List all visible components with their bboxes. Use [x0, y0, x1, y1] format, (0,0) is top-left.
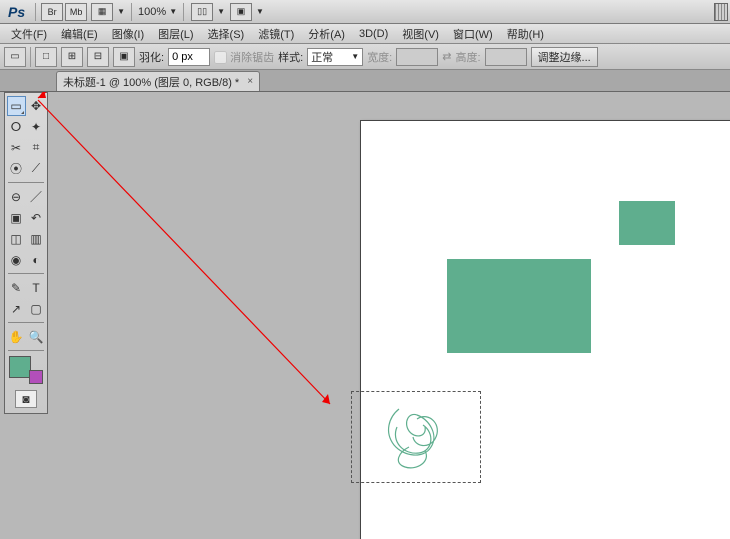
menu-image[interactable]: 图像(I) — [105, 24, 151, 44]
shape-rect-small — [619, 201, 675, 245]
canvas-viewport[interactable] — [60, 92, 730, 539]
chevron-down-icon: ▼ — [217, 7, 225, 16]
tool-heal[interactable]: ⊖ — [7, 187, 26, 207]
menu-view[interactable]: 视图(V) — [395, 24, 446, 44]
tool-brush[interactable]: ／ — [27, 187, 46, 207]
antialias-group: 消除锯齿 — [214, 49, 274, 65]
selection-intersect-icon[interactable]: ▣ — [113, 47, 135, 67]
tool-blur[interactable]: ◉ — [7, 250, 26, 270]
swap-icon: ⇄ — [442, 50, 451, 63]
chevron-down-icon: ▼ — [169, 7, 177, 16]
tool-pen[interactable]: ✎ — [7, 278, 26, 298]
quickmask-icon: ◙ — [15, 390, 37, 408]
tool-dodge[interactable]: ◐ — [27, 250, 46, 270]
tool-wand[interactable]: ✦ — [27, 117, 46, 137]
height-label: 高度: — [455, 49, 480, 65]
tool-crop[interactable]: ✂ — [7, 138, 26, 158]
document-canvas[interactable] — [360, 120, 730, 539]
height-input — [485, 48, 527, 66]
panel-grip[interactable] — [714, 3, 728, 21]
tool-eraser[interactable]: ◫ — [7, 229, 26, 249]
tool-lasso[interactable]: ⵔ — [7, 117, 26, 137]
zoom-dropdown[interactable]: 100%▼ — [136, 6, 179, 18]
menu-file[interactable]: 文件(F) — [4, 24, 54, 44]
tool-zoom[interactable]: 🔍 — [27, 327, 46, 347]
menu-3d[interactable]: 3D(D) — [352, 26, 395, 42]
screenmode-dropdown[interactable]: ▣▼ — [227, 3, 266, 21]
tool-hand[interactable]: ✋ — [7, 327, 26, 347]
tool-eyedropper[interactable]: ⦿ — [7, 159, 26, 179]
tool-ruler[interactable]: ⟋ — [27, 159, 46, 179]
style-value: 正常 — [311, 49, 333, 65]
width-label: 宽度: — [367, 49, 392, 65]
application-toolbar: Ps Br Mb ▦▼ 100%▼ ▯▯▼ ▣▼ — [0, 0, 730, 24]
tool-shape[interactable]: ▢ — [27, 299, 46, 319]
menu-edit[interactable]: 编辑(E) — [54, 24, 105, 44]
chevron-down-icon: ▼ — [351, 52, 359, 61]
tool-type[interactable]: T — [27, 278, 46, 298]
foreground-swatch[interactable] — [9, 356, 31, 378]
bridge-button[interactable]: Br — [41, 3, 63, 21]
menu-filter[interactable]: 滤镜(T) — [251, 24, 301, 44]
app-logo: Ps — [2, 4, 31, 20]
menu-layer[interactable]: 图层(L) — [151, 24, 200, 44]
selection-subtract-icon[interactable]: ⊟ — [87, 47, 109, 67]
tool-marquee[interactable]: ▭ — [7, 96, 26, 116]
tools-panel: ▭ ✥ ⵔ ✦ ✂ ⌗ ⦿ ⟋ ⊖ ／ ▣ ↶ ◫ ▥ ◉ ◐ — [4, 92, 48, 414]
tool-history-brush[interactable]: ↶ — [27, 208, 46, 228]
style-label: 样式: — [278, 49, 303, 65]
antialias-label: 消除锯齿 — [230, 52, 274, 64]
tool-path-select[interactable]: ↗ — [7, 299, 26, 319]
background-swatch[interactable] — [29, 370, 43, 384]
menu-analyze[interactable]: 分析(A) — [301, 24, 352, 44]
tool-gradient[interactable]: ▥ — [27, 229, 46, 249]
document-tab[interactable]: 未标题-1 @ 100% (图层 0, RGB/8) * × — [56, 71, 260, 91]
document-tabstrip: 未标题-1 @ 100% (图层 0, RGB/8) * × — [0, 70, 730, 92]
document-tab-title: 未标题-1 @ 100% (图层 0, RGB/8) * — [63, 74, 239, 90]
tool-slice[interactable]: ⌗ — [27, 138, 46, 158]
chevron-down-icon: ▼ — [256, 7, 264, 16]
zoom-value: 100% — [138, 6, 166, 18]
width-input — [396, 48, 438, 66]
refine-edge-button[interactable]: 调整边缘... — [531, 47, 598, 67]
tool-options-bar: ▭ □ ⊞ ⊟ ▣ 羽化: 消除锯齿 样式: 正常 ▼ 宽度: ⇄ 高度: 调整… — [0, 44, 730, 70]
selection-add-icon[interactable]: ⊞ — [61, 47, 83, 67]
menu-bar: 文件(F) 编辑(E) 图像(I) 图层(L) 选择(S) 滤镜(T) 分析(A… — [0, 24, 730, 44]
feather-input[interactable] — [168, 48, 210, 66]
current-tool-icon[interactable]: ▭ — [4, 47, 26, 67]
close-icon[interactable]: × — [247, 76, 253, 87]
feather-label: 羽化: — [139, 49, 164, 65]
selection-new-icon[interactable]: □ — [35, 47, 57, 67]
antialias-checkbox — [214, 51, 227, 64]
style-select[interactable]: 正常 ▼ — [307, 48, 363, 66]
workspace: ▭ ✥ ⵔ ✦ ✂ ⌗ ⦿ ⟋ ⊖ ／ ▣ ↶ ◫ ▥ ◉ ◐ — [0, 92, 730, 539]
screenmode-icon: ▣ — [230, 3, 252, 21]
doc-layout-dropdown[interactable]: ▦▼ — [88, 3, 127, 21]
menu-help[interactable]: 帮助(H) — [500, 24, 551, 44]
menu-window[interactable]: 窗口(W) — [446, 24, 500, 44]
quickmask-toggle[interactable]: ◙ — [6, 389, 46, 408]
tool-move[interactable]: ✥ — [27, 96, 46, 116]
tool-stamp[interactable]: ▣ — [7, 208, 26, 228]
brush-scribble — [369, 397, 469, 477]
arrange-icon: ▯▯ — [191, 3, 213, 21]
color-swatches[interactable] — [7, 354, 45, 386]
menu-select[interactable]: 选择(S) — [201, 24, 252, 44]
shape-rect-large — [447, 259, 591, 353]
chevron-down-icon: ▼ — [117, 7, 125, 16]
arrange-dropdown[interactable]: ▯▯ ▼ — [188, 3, 227, 21]
doc-layout-icon: ▦ — [91, 3, 113, 21]
minibridge-button[interactable]: Mb — [65, 3, 87, 21]
